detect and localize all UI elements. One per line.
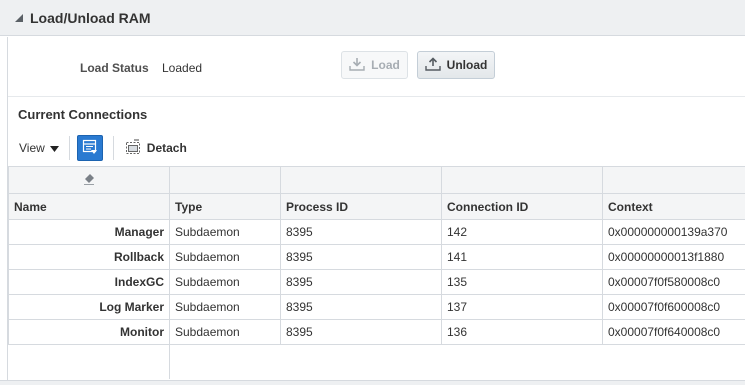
panel-title: Load/Unload RAM [30, 9, 151, 26]
download-tray-icon [349, 57, 365, 74]
cell-connection-id: 135 [441, 269, 603, 295]
empty-cell [441, 344, 603, 379]
triangle-collapse-icon[interactable] [12, 11, 26, 25]
toolbar-separator [112, 136, 114, 160]
column-header-type[interactable]: Type [169, 193, 281, 220]
unload-button-label: Unload [446, 58, 488, 72]
cell-type: Subdaemon [169, 219, 281, 245]
table-row[interactable]: Manager Subdaemon 8395 142 0x00000000013… [8, 219, 745, 245]
cell-name: Rollback [8, 244, 170, 270]
column-header-process-id[interactable]: Process ID [280, 193, 442, 220]
cell-name: Monitor [8, 319, 170, 345]
divider [8, 96, 745, 97]
panel-content: Load Status Loaded Load Unload Current C… [7, 37, 745, 385]
view-menu-label: View [19, 141, 45, 155]
detach-button[interactable]: Detach [125, 138, 187, 158]
panel-footer-border [0, 380, 745, 385]
caret-down-icon [49, 141, 59, 155]
column-header-connection-id[interactable]: Connection ID [441, 193, 603, 220]
table-row[interactable]: IndexGC Subdaemon 8395 135 0x00007f0f580… [8, 269, 745, 295]
freeze-columns-icon [82, 139, 98, 158]
column-header-name[interactable]: Name [8, 193, 170, 220]
cell-name: IndexGC [8, 269, 170, 295]
load-status-value: Loaded [162, 61, 203, 75]
cell-context: 0x000000000139a370 [602, 219, 745, 245]
cell-connection-id: 141 [441, 244, 603, 270]
view-menu[interactable]: View [19, 141, 59, 155]
cell-process-id: 8395 [280, 294, 442, 320]
empty-cell [280, 344, 442, 379]
cell-connection-id: 137 [441, 294, 603, 320]
cell-context: 0x00000000013f1880 [602, 244, 745, 270]
table-empty-area [8, 344, 745, 379]
cell-connection-id: 136 [441, 319, 603, 345]
cell-name: Log Marker [8, 294, 170, 320]
filter-cell[interactable] [441, 166, 603, 194]
empty-cell [169, 344, 281, 379]
table-row[interactable]: Log Marker Subdaemon 8395 137 0x00007f0f… [8, 294, 745, 320]
cell-connection-id: 142 [441, 219, 603, 245]
eraser-icon[interactable] [82, 173, 96, 189]
cell-type: Subdaemon [169, 244, 281, 270]
cell-context: 0x00007f0f580008c0 [602, 269, 745, 295]
detach-window-icon [125, 138, 141, 158]
load-button[interactable]: Load [341, 51, 408, 79]
cell-process-id: 8395 [280, 269, 442, 295]
cell-name: Manager [8, 219, 170, 245]
column-header-context[interactable]: Context [602, 193, 745, 220]
connections-table: Name Type Process ID Connection ID Conte… [8, 166, 745, 385]
empty-cell [8, 344, 170, 379]
filter-cell[interactable] [169, 166, 281, 194]
upload-tray-icon [424, 56, 441, 74]
cell-type: Subdaemon [169, 269, 281, 295]
table-row[interactable]: Monitor Subdaemon 8395 136 0x00007f0f640… [8, 319, 745, 345]
column-header-row: Name Type Process ID Connection ID Conte… [8, 193, 745, 220]
cell-context: 0x00007f0f600008c0 [602, 294, 745, 320]
load-status-label: Load Status [80, 61, 149, 75]
cell-type: Subdaemon [169, 319, 281, 345]
cell-process-id: 8395 [280, 244, 442, 270]
filter-row [8, 166, 745, 194]
section-title: Current Connections [18, 107, 148, 122]
cell-type: Subdaemon [169, 294, 281, 320]
load-status-row: Load Status Loaded Load Unload [8, 37, 745, 97]
cell-process-id: 8395 [280, 319, 442, 345]
unload-button[interactable]: Unload [417, 51, 495, 79]
filter-cell[interactable] [602, 166, 745, 194]
toolbar-separator [68, 136, 70, 160]
table-row[interactable]: Rollback Subdaemon 8395 141 0x0000000001… [8, 244, 745, 270]
panel-header[interactable]: Load/Unload RAM [0, 0, 745, 36]
filter-cell[interactable] [8, 166, 170, 194]
filter-cell[interactable] [280, 166, 442, 194]
empty-cell [602, 344, 745, 379]
load-button-label: Load [371, 58, 400, 72]
cell-process-id: 8395 [280, 219, 442, 245]
detach-label: Detach [146, 141, 187, 155]
cell-context: 0x00007f0f640008c0 [602, 319, 745, 345]
freeze-columns-button[interactable] [76, 135, 103, 161]
table-toolbar: View Detach [8, 133, 745, 163]
